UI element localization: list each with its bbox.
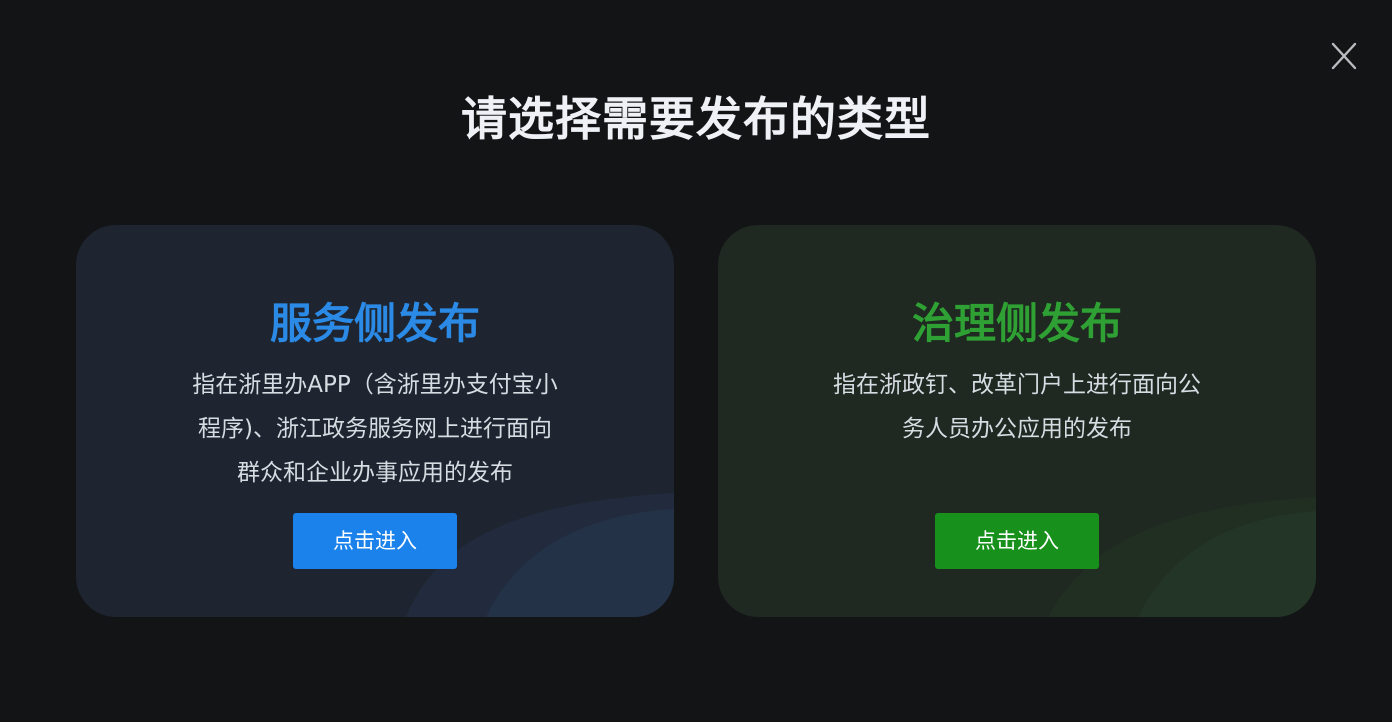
service-publish-card[interactable]: 服务侧发布 指在浙里办APP（含浙里办支付宝小 程序)、浙江政务服务网上进行面向… [76, 225, 674, 617]
service-desc-line: 程序)、浙江政务服务网上进行面向 [198, 416, 552, 442]
close-icon [1331, 42, 1357, 70]
publish-type-dialog: 请选择需要发布的类型 服务侧发布 指在浙里办APP（含浙里办支付宝小 程序)、浙… [0, 0, 1392, 722]
governance-desc-line: 指在浙政钉、改革门户上进行面向公 [833, 372, 1201, 398]
service-enter-button[interactable]: 点击进入 [293, 513, 457, 569]
close-button[interactable] [1328, 40, 1360, 72]
service-card-title: 服务侧发布 [269, 299, 480, 348]
governance-card-title: 治理侧发布 [911, 299, 1122, 348]
governance-enter-button[interactable]: 点击进入 [935, 513, 1099, 569]
page-title: 请选择需要发布的类型 [461, 92, 931, 146]
service-desc-line: 指在浙里办APP（含浙里办支付宝小 [192, 372, 558, 398]
governance-card-description: 指在浙政钉、改革门户上进行面向公 务人员办公应用的发布 [718, 363, 1316, 451]
service-card-description: 指在浙里办APP（含浙里办支付宝小 程序)、浙江政务服务网上进行面向 群众和企业… [76, 363, 674, 495]
service-desc-line: 群众和企业办事应用的发布 [237, 460, 513, 486]
governance-desc-line: 务人员办公应用的发布 [902, 416, 1132, 442]
governance-publish-card[interactable]: 治理侧发布 指在浙政钉、改革门户上进行面向公 务人员办公应用的发布 点击进入 [718, 225, 1316, 617]
